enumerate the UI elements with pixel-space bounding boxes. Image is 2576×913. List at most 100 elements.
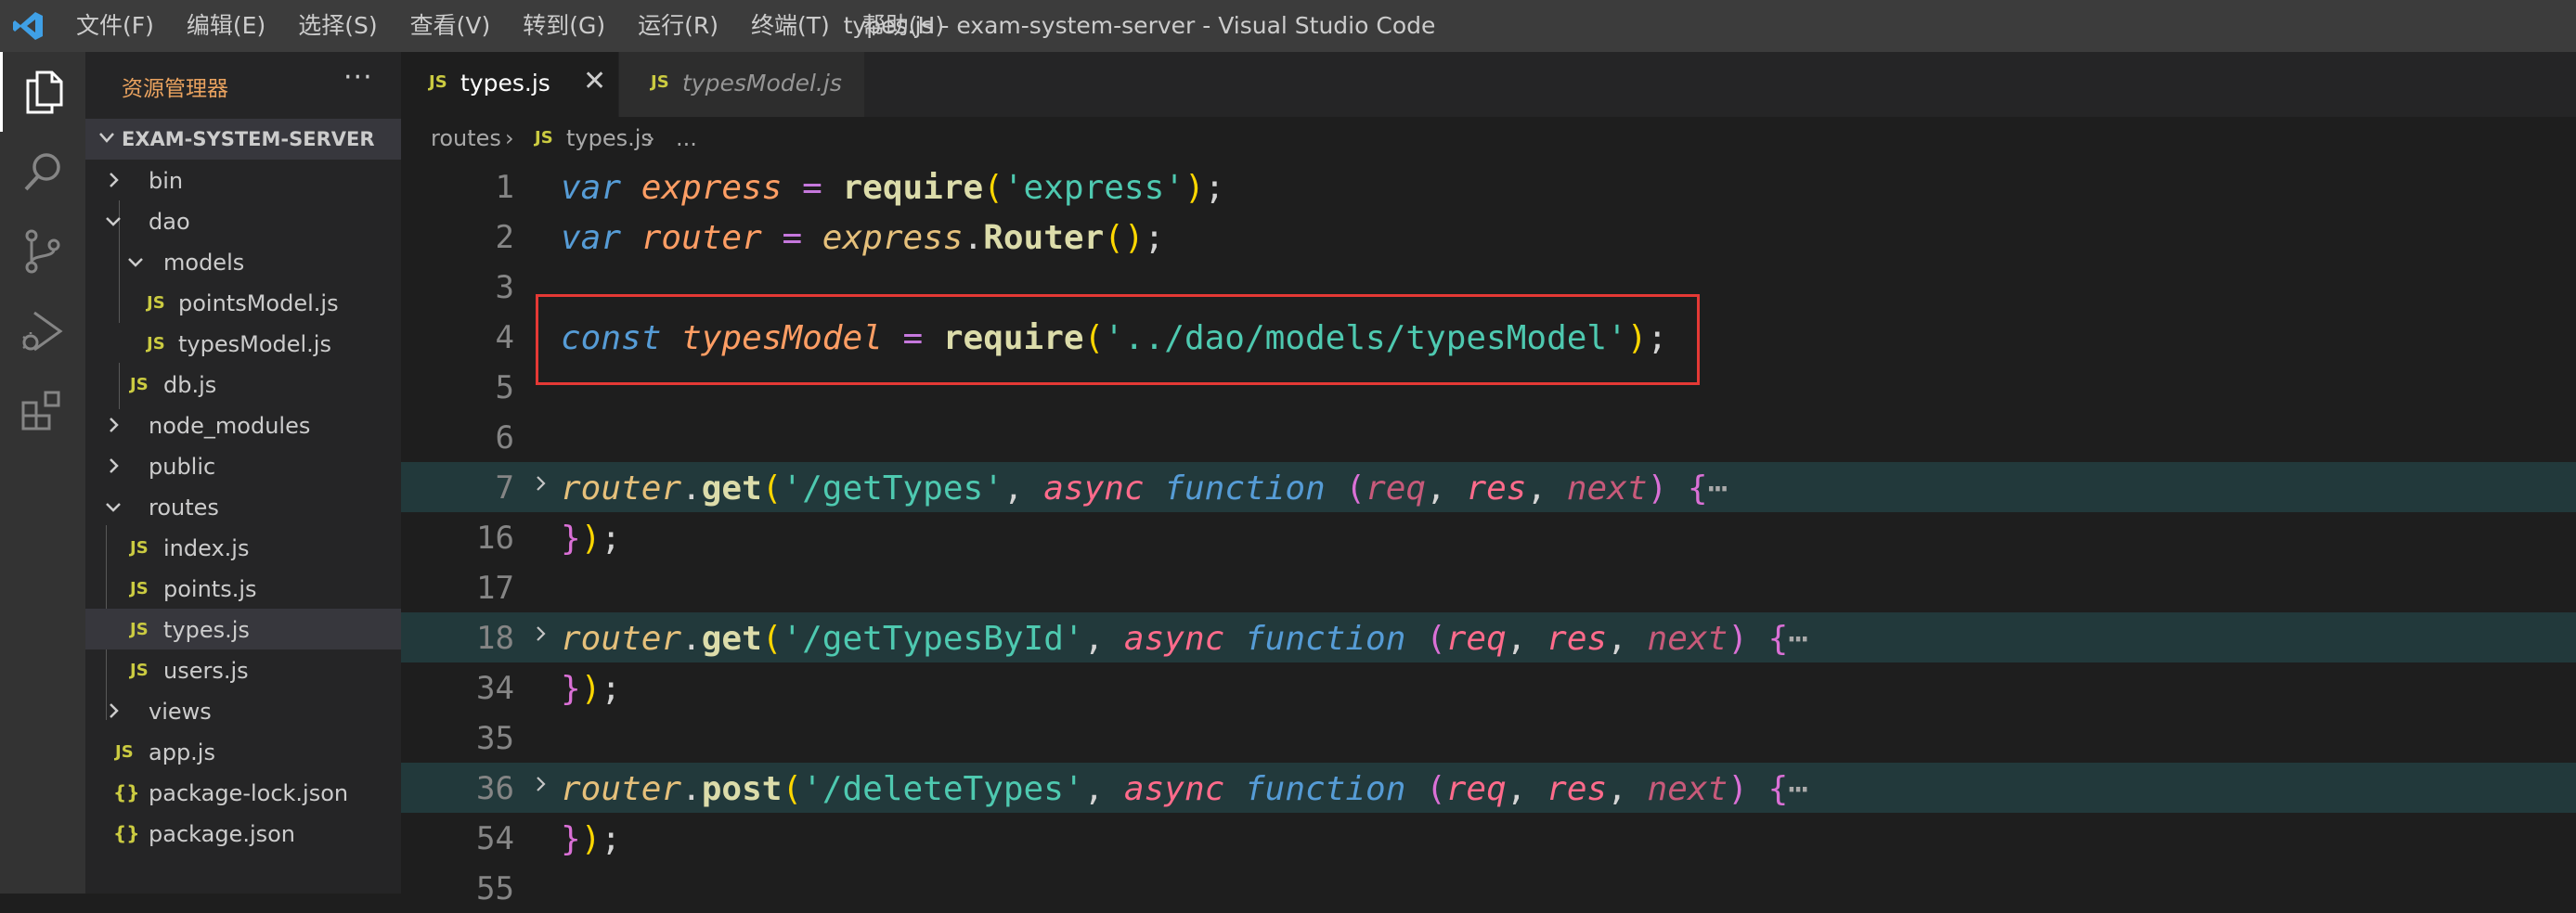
line-number: 3 [495, 269, 514, 306]
line-number: 18 [476, 620, 514, 657]
tree-label: bin [149, 168, 184, 194]
line-number: 7 [495, 469, 514, 507]
line-number: 4 [495, 319, 514, 356]
tree-label: users.js [163, 658, 249, 684]
line-number: 5 [495, 369, 514, 406]
menu-terminal[interactable]: 终端(T) [751, 0, 845, 52]
code-text: router.get('/getTypesById', async functi… [561, 620, 1808, 658]
menu-go[interactable]: 转到(G) [523, 0, 620, 52]
tab-label: types.js [460, 70, 550, 96]
json-file-icon: {} [113, 822, 140, 844]
code-line-folded: 7 router.get('/getTypes', async function… [401, 462, 2576, 512]
line-number: 35 [476, 720, 514, 757]
tree-label: routes [149, 495, 219, 521]
tree-label: dao [149, 209, 190, 235]
line-number: 17 [476, 570, 514, 607]
tab-types-js[interactable]: JS types.js ✕ [401, 52, 618, 117]
js-file-icon: JS [130, 620, 149, 639]
breadcrumb-file[interactable]: types.js [566, 125, 653, 151]
line-number: 1 [495, 169, 514, 206]
activity-bar [0, 52, 85, 894]
tree-folder-views[interactable]: views [85, 690, 401, 731]
line-number: 55 [476, 870, 514, 907]
chevron-right-icon [110, 703, 119, 718]
title-bar: 文件(F) 编辑(E) 选择(S) 查看(V) 转到(G) 运行(R) 终端(T… [0, 0, 2576, 52]
js-file-icon: JS [147, 334, 165, 354]
tree-label: package.json [149, 821, 296, 847]
chevron-down-icon [106, 217, 121, 226]
tree-file-pointsmodel[interactable]: JS pointsModel.js [85, 282, 401, 323]
tree-label: models [163, 250, 245, 276]
code-text: router.get('/getTypes', async function (… [561, 469, 1728, 508]
tree-file-types[interactable]: JS types.js [85, 609, 401, 649]
menu-view[interactable]: 查看(V) [410, 0, 506, 52]
breadcrumb-symbol[interactable]: ... [676, 125, 697, 151]
breadcrumb-separator: › [646, 125, 655, 151]
breadcrumb-folder[interactable]: routes [431, 125, 501, 151]
js-file-icon: JS [429, 72, 447, 92]
search-icon-glyph [24, 153, 60, 191]
code-line-folded: 18 router.get('/getTypesById', async fun… [401, 612, 2576, 662]
tree-file-db[interactable]: JS db.js [85, 364, 401, 405]
run-debug-icon[interactable] [0, 291, 85, 371]
menu-edit[interactable]: 编辑(E) [187, 0, 280, 52]
tree-file-index[interactable]: JS index.js [85, 527, 401, 568]
tree-file-typesmodel[interactable]: JS typesModel.js [85, 323, 401, 364]
line-number: 36 [476, 770, 514, 807]
vscode-logo-icon [13, 12, 43, 40]
tree-folder-bin[interactable]: bin [85, 160, 401, 200]
fold-chevron-icon[interactable] [531, 471, 551, 495]
tree-file-package[interactable]: {} package.json [85, 813, 401, 854]
code-line: 6 [401, 412, 2576, 462]
tree-folder-public[interactable]: public [85, 445, 401, 486]
more-actions-button[interactable]: ··· [343, 61, 373, 94]
tree-file-app[interactable]: JS app.js [85, 731, 401, 772]
tree-label: views [149, 699, 212, 725]
tree-file-points[interactable]: JS points.js [85, 568, 401, 609]
chevron-down-icon [128, 258, 143, 267]
fold-chevron-icon[interactable] [531, 772, 551, 796]
source-control-icon-glyph [25, 229, 60, 274]
tree-folder-dao[interactable]: dao [85, 200, 401, 241]
menu-run[interactable]: 运行(R) [638, 0, 733, 52]
run-debug-icon-glyph [22, 311, 63, 352]
tree-file-package-lock[interactable]: {} package-lock.json [85, 772, 401, 813]
tree-label: package-lock.json [149, 780, 349, 806]
js-file-icon: JS [130, 579, 149, 598]
code-text: }); [561, 520, 622, 558]
extensions-icon[interactable] [0, 371, 85, 451]
tree-label: types.js [163, 617, 250, 643]
code-line-folded: 36 router.post('/deleteTypes', async fun… [401, 763, 2576, 813]
source-control-icon[interactable] [0, 212, 85, 291]
chevron-right-icon [110, 458, 119, 473]
explorer-icon-glyph [26, 71, 62, 114]
line-number: 34 [476, 670, 514, 707]
tree-label: node_modules [149, 413, 311, 439]
search-icon[interactable] [0, 132, 85, 212]
tree-folder-routes[interactable]: routes [85, 486, 401, 527]
code-line: 16 }); [401, 512, 2576, 562]
tree-folder-node-modules[interactable]: node_modules [85, 405, 401, 445]
js-file-icon: JS [115, 742, 134, 762]
explorer-icon[interactable] [0, 52, 85, 132]
menu-help[interactable]: 帮助(H) [862, 0, 959, 52]
menu-selection[interactable]: 选择(S) [298, 0, 392, 52]
code-text: var router = express.Router(); [561, 219, 1165, 257]
tree-label: index.js [163, 535, 250, 561]
tree-file-users[interactable]: JS users.js [85, 649, 401, 690]
tab-typesmodel-js[interactable]: JS typesModel.js [619, 52, 864, 117]
js-file-icon: JS [651, 72, 669, 92]
menu-file[interactable]: 文件(F) [76, 0, 169, 52]
fold-chevron-icon[interactable] [531, 622, 551, 646]
js-file-icon: JS [130, 375, 149, 394]
chevron-right-icon [110, 173, 119, 187]
code-line: 34 }); [401, 662, 2576, 713]
explorer-sidebar: 资源管理器 ··· EXAM-SYSTEM-SERVER bin dao mod… [85, 52, 401, 894]
workspace-section-header[interactable]: EXAM-SYSTEM-SERVER [85, 119, 401, 160]
json-file-icon: {} [113, 781, 140, 804]
line-number: 16 [476, 520, 514, 557]
code-line: 35 [401, 713, 2576, 763]
close-icon[interactable]: ✕ [583, 65, 606, 97]
tree-folder-models[interactable]: models [85, 241, 401, 282]
code-text: }); [561, 670, 622, 708]
